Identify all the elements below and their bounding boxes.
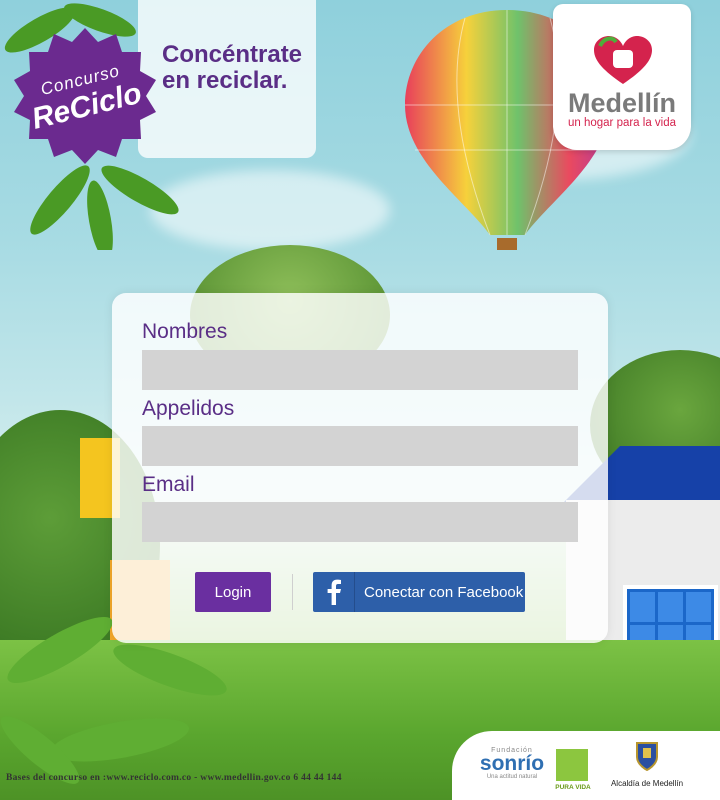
facebook-button-label: Conectar con Facebook	[364, 584, 524, 601]
label-email: Email	[142, 473, 195, 496]
login-form: Nombres Appelidos Email Login Conectar c…	[112, 293, 608, 643]
tagline: Concéntrate en reciclar.	[162, 41, 303, 94]
appelidos-input[interactable]	[142, 426, 578, 466]
brand-subtitle: un hogar para la vida	[567, 117, 677, 129]
login-button[interactable]: Login	[195, 572, 271, 612]
heart-hand-icon	[594, 36, 652, 84]
sonrio-logo: Fundación sonrío Una actitud natural	[470, 747, 554, 780]
alcaldia-shield-icon	[636, 742, 658, 771]
email-input[interactable]	[142, 502, 578, 542]
brand-name: Medellín	[567, 88, 676, 118]
pura-vida-logo-icon	[556, 749, 588, 781]
nombres-input[interactable]	[142, 350, 578, 390]
facebook-icon	[313, 572, 355, 612]
label-appelidos: Appelidos	[142, 397, 235, 420]
sonrio-name: sonrío	[479, 752, 545, 775]
footer-contest-info: Bases del concurso en :www.reciclo.com.c…	[6, 773, 342, 783]
button-divider	[292, 574, 293, 610]
alcaldia-text: Alcaldía de Medellín	[610, 779, 684, 788]
label-nombres: Nombres	[142, 320, 228, 343]
facebook-connect-button[interactable]: Conectar con Facebook	[313, 572, 525, 612]
sponsor-logos: Fundación sonrío Una actitud natural PUR…	[452, 731, 720, 800]
medellin-logo: Medellín un hogar para la vida	[553, 4, 691, 150]
pura-vida-text: PURA VIDA	[555, 784, 591, 791]
